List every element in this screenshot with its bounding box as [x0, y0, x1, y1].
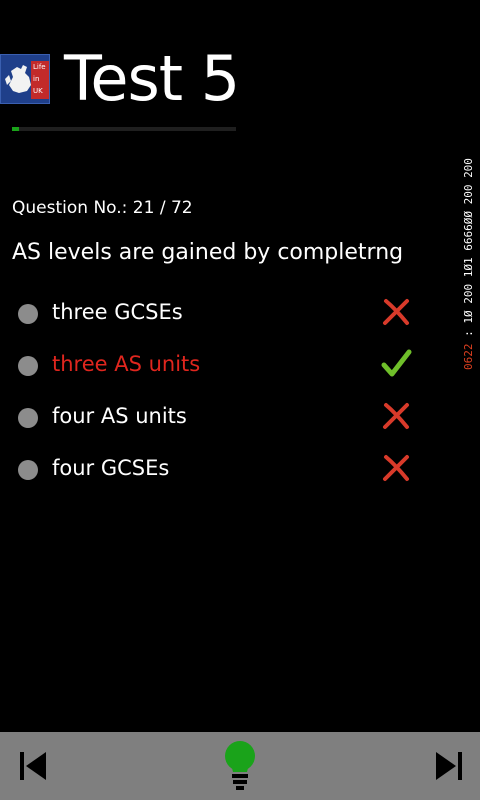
check-icon: [381, 349, 412, 377]
answer-option-label: four AS units: [52, 404, 187, 428]
answer-option-label: three GCSEs: [52, 300, 183, 324]
cross-icon: [383, 299, 409, 325]
question-text: AS levels are gained by completrng: [12, 240, 404, 265]
radio-button[interactable]: [18, 408, 38, 428]
page-title: Test 5: [64, 42, 240, 115]
radio-button[interactable]: [18, 304, 38, 324]
next-question-button[interactable]: [428, 746, 468, 786]
logo-text-in: in: [33, 75, 40, 83]
answer-option[interactable]: four GCSEs: [0, 446, 440, 498]
skip-next-icon: [436, 752, 462, 780]
debug-overlay-rest: : 1Ø 200 1Ø1 6666ØØ 200 200: [462, 158, 475, 344]
answer-option[interactable]: three AS units: [0, 342, 440, 394]
app-bar: [0, 732, 480, 800]
cross-icon: [383, 403, 409, 429]
debug-overlay-text: 0622 : 1Ø 200 1Ø1 6666ØØ 200 200: [462, 30, 478, 370]
radio-button[interactable]: [18, 460, 38, 480]
previous-question-button[interactable]: [14, 746, 54, 786]
cross-icon: [383, 455, 409, 481]
logo-text-uk: UK: [33, 87, 43, 95]
radio-button[interactable]: [18, 356, 38, 376]
answer-option[interactable]: four AS units: [0, 394, 440, 446]
answer-options: three GCSEs three AS units four AS units…: [0, 290, 440, 498]
question-number: Question No.: 21 / 72: [12, 198, 193, 218]
skip-previous-icon: [20, 752, 46, 780]
app-logo: Life in UK: [0, 54, 50, 104]
progress-fill: [12, 127, 19, 131]
answer-option-label: four GCSEs: [52, 456, 170, 480]
lightbulb-icon: [225, 741, 255, 790]
question-progress-bar: [12, 127, 236, 131]
answer-option-label: three AS units: [52, 352, 201, 376]
hint-button[interactable]: [220, 738, 260, 790]
answer-option[interactable]: three GCSEs: [0, 290, 440, 342]
debug-overlay-prefix: 0622: [462, 343, 475, 371]
logo-text-life: Life: [33, 63, 46, 71]
